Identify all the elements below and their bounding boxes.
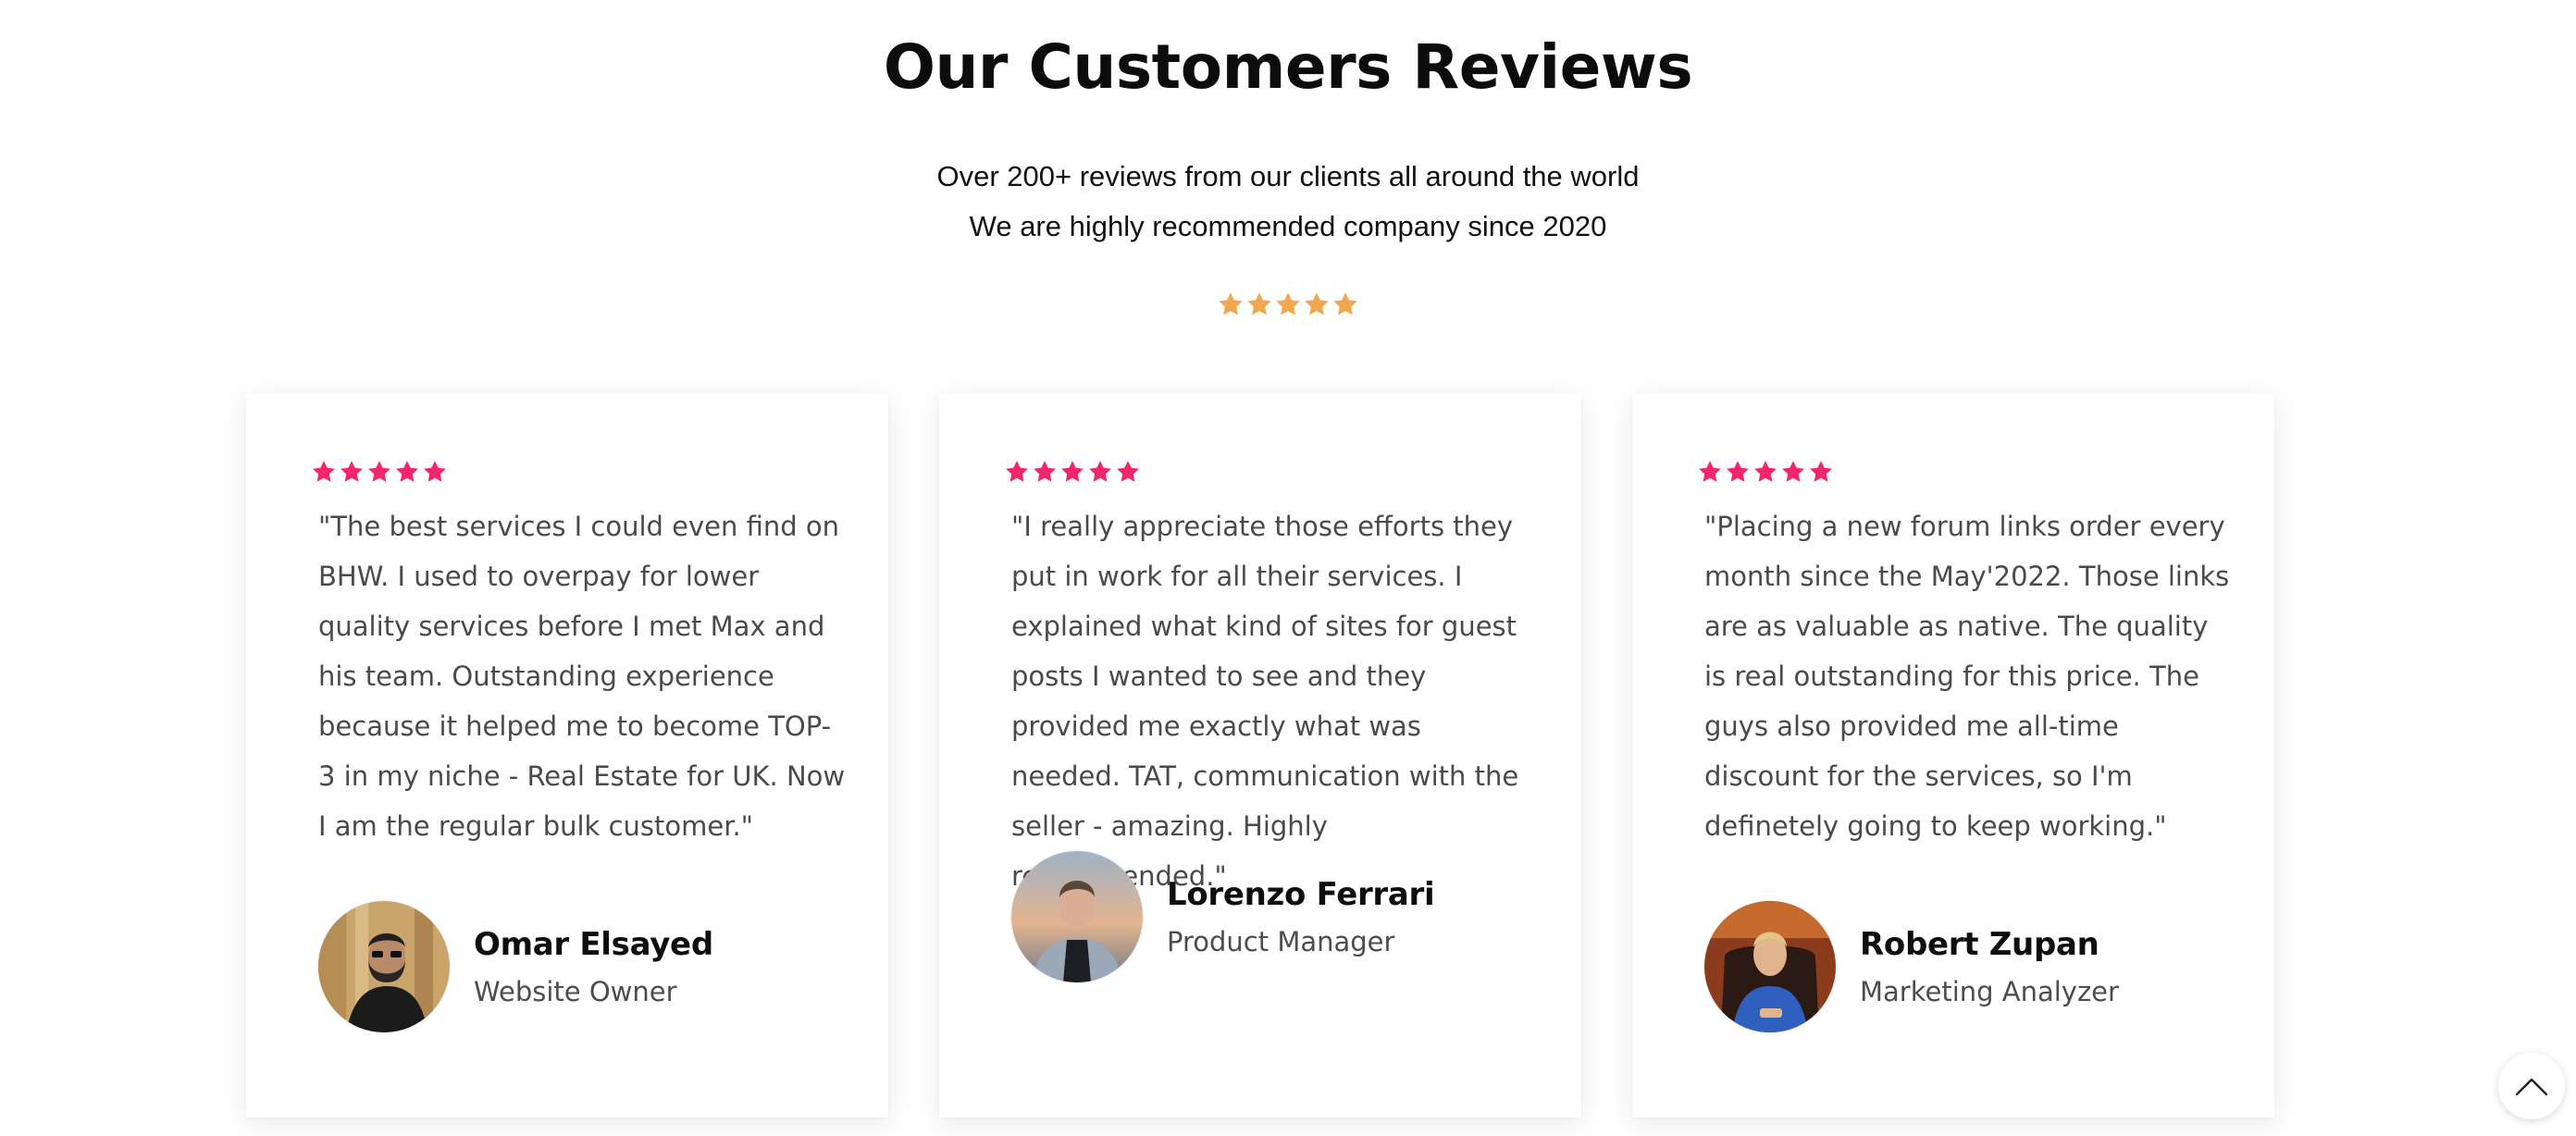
review-quote: "Placing a new forum links order every m… [1704,511,2230,842]
section-subtitle-line2: We are highly recommended company since … [969,210,1607,242]
star-icon [424,461,446,482]
avatar [1704,901,1836,1032]
review-card: "Placing a new forum links order every m… [1632,394,2274,1117]
scroll-to-top-button[interactable] [2498,1053,2565,1119]
avatar [1011,851,1143,982]
author-role: Product Manager [1167,926,1395,957]
star-icon [1117,461,1139,482]
star-icon [1247,292,1271,315]
star-icon [1782,461,1804,482]
star-icon [1810,461,1832,482]
review-author: Lorenzo Ferrari Product Manager [1011,851,1435,982]
section-subtitle-line1: Over 200+ reviews from our clients all a… [936,160,1640,192]
star-icon [368,461,390,482]
star-icon [1006,461,1028,482]
avatar [318,901,450,1032]
review-quote: "I really appreciate those efforts they … [1011,511,1519,892]
author-name: Robert Zupan [1860,926,2099,963]
author-name: Omar Elsayed [474,926,713,963]
review-rating-stars [1004,459,1141,485]
author-name: Lorenzo Ferrari [1167,876,1435,913]
star-icon [1333,292,1357,315]
star-icon [1089,461,1111,482]
review-author: Robert Zupan Marketing Analyzer [1704,901,2119,1032]
star-icon [1754,461,1777,482]
overall-rating-stars [0,290,2576,318]
review-quote: "The best services I could even find on … [318,511,846,842]
chevron-up-icon [2515,1078,2548,1096]
star-icon [1034,461,1056,482]
review-rating-stars [1697,459,1834,485]
author-role: Marketing Analyzer [1860,976,2119,1007]
star-icon [1061,461,1084,482]
star-icon [1276,292,1300,315]
star-icon [1727,461,1749,482]
star-icon [1219,292,1243,315]
review-card: "I really appreciate those efforts they … [939,394,1581,1117]
star-icon [313,461,335,482]
star-icon [396,461,418,482]
star-icon [1305,292,1329,315]
author-role: Website Owner [474,976,677,1007]
review-author: Omar Elsayed Website Owner [318,901,713,1032]
star-icon [1699,461,1721,482]
review-rating-stars [311,459,448,485]
star-icon [341,461,363,482]
section-title: Our Customers Reviews [883,31,1693,103]
review-card: "The best services I could even find on … [246,394,888,1117]
